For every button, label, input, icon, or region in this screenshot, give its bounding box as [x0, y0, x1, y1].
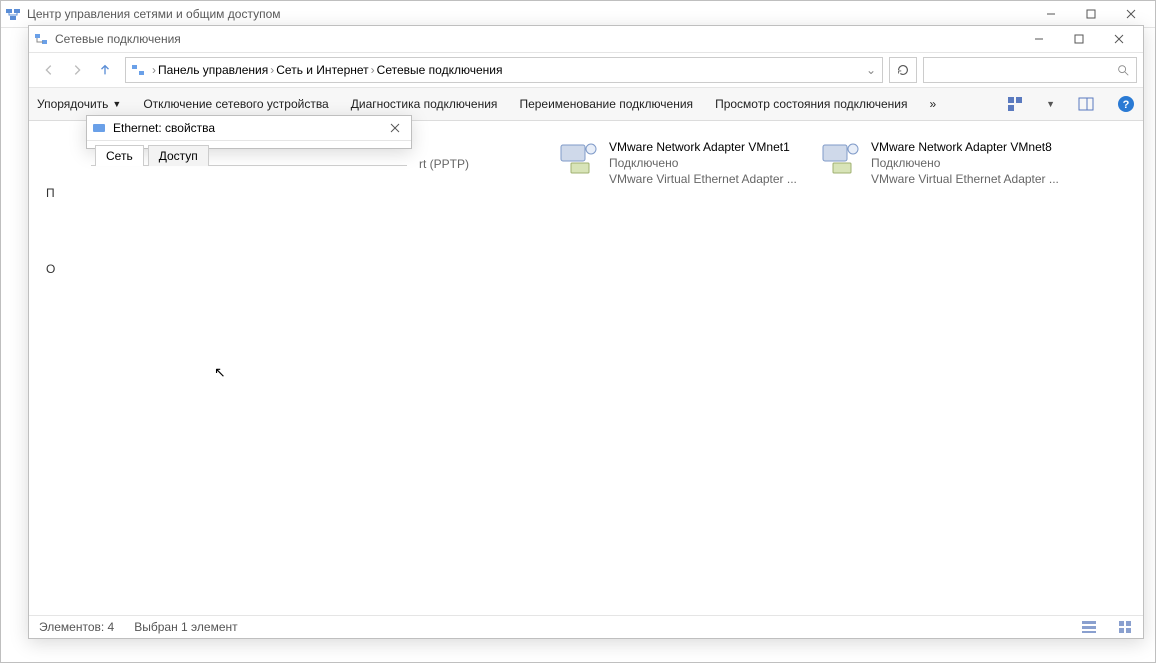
close-button[interactable]: [383, 115, 407, 141]
tab-network[interactable]: Сеть: [95, 145, 144, 166]
network-center-titlebar: Центр управления сетями и общим доступом: [1, 1, 1155, 28]
adapter-item[interactable]: VMware Network Adapter VMnet8 Подключено…: [819, 139, 1069, 187]
details-view-icon[interactable]: [1081, 619, 1097, 635]
network-center-icon: [5, 6, 21, 22]
search-box[interactable]: [923, 57, 1137, 83]
adapter-status: Подключено: [871, 155, 1059, 171]
back-button[interactable]: [35, 56, 63, 84]
refresh-button[interactable]: [889, 57, 917, 83]
more-button[interactable]: »: [930, 97, 937, 111]
adapter-icon: [557, 139, 601, 179]
breadcrumb-item[interactable]: Сетевые подключения: [377, 63, 503, 77]
preview-pane-icon[interactable]: [1077, 95, 1095, 113]
up-button[interactable]: [91, 56, 119, 84]
help-icon[interactable]: ?: [1117, 95, 1135, 113]
organize-menu[interactable]: Упорядочить ▼: [37, 97, 121, 111]
rename-button[interactable]: Переименование подключения: [519, 97, 693, 111]
adapter-icon: [819, 139, 863, 179]
tab-access[interactable]: Доступ: [148, 145, 209, 166]
network-connections-icon: [33, 31, 49, 47]
breadcrumb-item[interactable]: Сеть и Интернет: [276, 63, 368, 77]
view-options-icon[interactable]: [1006, 95, 1024, 113]
folder-icon: [130, 62, 146, 78]
adapter-item[interactable]: VMware Network Adapter VMnet1 Подключено…: [557, 139, 807, 187]
text-fragment: О: [46, 262, 55, 276]
adapter-name: VMware Network Adapter VMnet8: [871, 139, 1059, 155]
address-bar-row: › Панель управления › Сеть и Интернет › …: [29, 53, 1143, 88]
address-bar[interactable]: › Панель управления › Сеть и Интернет › …: [125, 57, 883, 83]
adapter-name: VMware Network Adapter VMnet1: [609, 139, 797, 155]
adapter-device: VMware Virtual Ethernet Adapter ...: [871, 171, 1059, 187]
ethernet-tabs: Сеть Доступ: [91, 145, 407, 166]
breadcrumb-item[interactable]: Панель управления: [158, 63, 268, 77]
maximize-button[interactable]: [1071, 1, 1111, 27]
explorer-title: Сетевые подключения: [55, 32, 1019, 46]
close-button[interactable]: [1099, 26, 1139, 52]
maximize-button[interactable]: [1059, 26, 1099, 52]
chevron-down-icon[interactable]: ⌄: [864, 63, 878, 77]
minimize-button[interactable]: [1031, 1, 1071, 27]
adapter-status: Подключено: [609, 155, 797, 171]
pptp-fragment: rt (PPTP): [419, 157, 469, 171]
ethernet-title: Ethernet: свойства: [113, 121, 383, 135]
diagnose-button[interactable]: Диагностика подключения: [351, 97, 498, 111]
disable-device-button[interactable]: Отключение сетевого устройства: [143, 97, 328, 111]
view-status-button[interactable]: Просмотр состояния подключения: [715, 97, 907, 111]
connections-list: rt (PPTP) VMware Network Adapter VMnet1 …: [29, 121, 1143, 641]
large-icons-view-icon[interactable]: [1117, 619, 1133, 635]
chevron-right-icon: ›: [268, 63, 276, 77]
item-count: Элементов: 4: [39, 620, 114, 634]
adapter-device: VMware Virtual Ethernet Adapter ...: [609, 171, 797, 187]
chevron-right-icon: ›: [150, 63, 158, 77]
chevron-right-icon: ›: [369, 63, 377, 77]
svg-text:?: ?: [1123, 99, 1130, 111]
selected-count: Выбран 1 элемент: [134, 620, 237, 634]
status-bar: Элементов: 4 Выбран 1 элемент: [29, 615, 1143, 638]
close-button[interactable]: [1111, 1, 1151, 27]
minimize-button[interactable]: [1019, 26, 1059, 52]
ethernet-icon: [91, 120, 107, 136]
ethernet-properties-window: Ethernet: свойства Сеть Доступ: [86, 115, 412, 149]
text-fragment: П: [46, 186, 55, 200]
explorer-titlebar: Сетевые подключения: [29, 26, 1143, 53]
forward-button[interactable]: [63, 56, 91, 84]
network-center-title: Центр управления сетями и общим доступом: [27, 7, 1031, 21]
